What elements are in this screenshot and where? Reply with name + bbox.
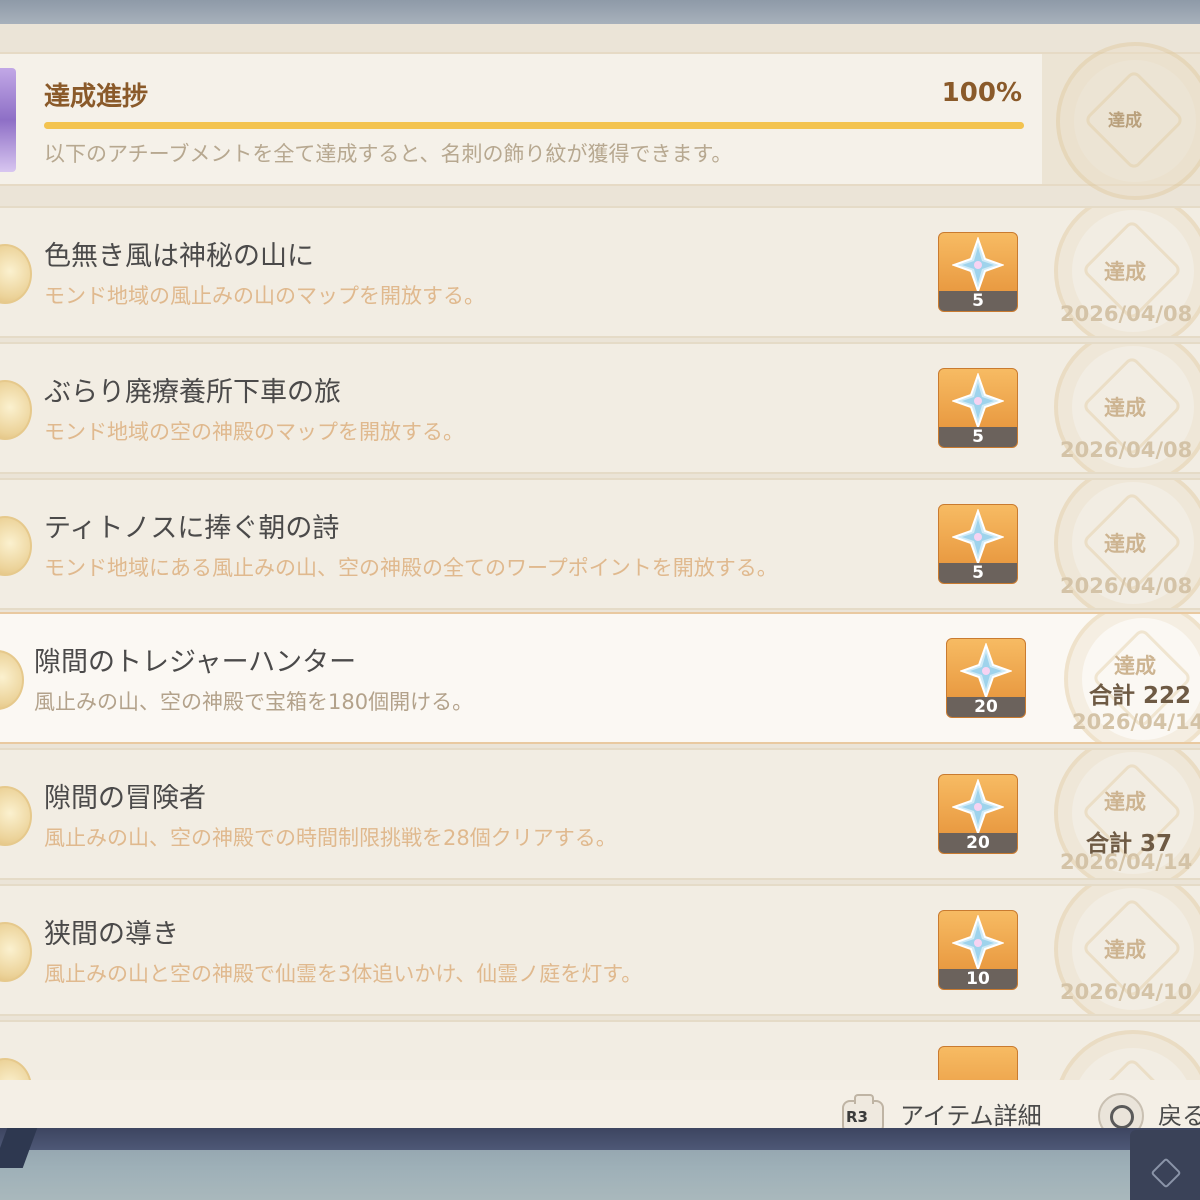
corner-ornament-icon (1130, 1130, 1200, 1200)
back-hint[interactable]: 戻る (1158, 1096, 1200, 1130)
completion-status: 達成 (1108, 111, 1142, 131)
achievement-title: 色無き風は神秘の山に (44, 241, 314, 272)
achievement-status: 達成 (1104, 790, 1146, 814)
reward-quantity: 5 (939, 291, 1017, 311)
achievement-status: 達成 (1104, 260, 1146, 284)
primogem-icon (952, 237, 1004, 293)
reward-quantity: 5 (939, 427, 1017, 447)
achievement-description: 風止みの山と空の神殿で仙霊を3体追いかけ、仙霊ノ庭を灯す。 (44, 962, 643, 986)
primogem-icon (952, 915, 1004, 971)
primogem-reward[interactable]: 5 (938, 232, 1018, 312)
primogem-icon (952, 509, 1004, 565)
achievement-status: 達成 (1104, 532, 1146, 556)
primogem-reward[interactable]: 10 (938, 910, 1018, 990)
primogem-icon (952, 779, 1004, 835)
achievement-row[interactable]: ティトノスに捧ぐ朝の詩 モンド地域にある風止みの山、空の神殿の全てのワープポイン… (0, 478, 1200, 610)
achievement-title: 隙間の冒険者 (44, 783, 206, 814)
achievement-date: 2026/04/08 (1060, 302, 1193, 326)
achievement-status: 達成 (1104, 938, 1146, 962)
achievement-title: ぶらり廃療養所下車の旅 (44, 377, 341, 408)
reward-quantity: 20 (939, 833, 1017, 853)
progress-bar-fill (44, 122, 1024, 129)
achievement-title: 隙間のトレジャーハンター (34, 647, 357, 678)
achievement-row[interactable]: 狭間の導き 風止みの山と空の神殿で仙霊を3体追いかけ、仙霊ノ庭を灯す。 10 達… (0, 884, 1200, 1016)
achievement-description: 風止みの山、空の神殿での時間制限挑戦を28個クリアする。 (44, 826, 617, 850)
primogem-reward[interactable]: 5 (938, 504, 1018, 584)
achievement-title: 狭間の導き (44, 919, 179, 950)
achievement-row[interactable]: 色無き風は神秘の山に モンド地域の風止みの山のマップを開放する。 5 達成 20… (0, 206, 1200, 338)
achievement-row[interactable]: 隙間の冒険者 風止みの山、空の神殿での時間制限挑戦を28個クリアする。 20 達… (0, 748, 1200, 880)
achievement-medal-icon (0, 380, 32, 440)
achievement-status: 達成 (1104, 396, 1146, 420)
achievement-medal-icon (0, 786, 32, 846)
item-detail-hint[interactable]: アイテム詳細 (900, 1096, 1042, 1130)
completion-stamp-area: 達成 (1042, 42, 1200, 200)
achievement-date: 2026/04/10 (1060, 980, 1193, 1004)
progress-title: 達成進捗 (44, 82, 149, 112)
achievement-title: ティトノスに捧ぐ朝の詩 (44, 513, 340, 544)
achievement-date: 2026/04/08 (1060, 574, 1193, 598)
achievement-row-selected[interactable]: 隙間のトレジャーハンター 風止みの山、空の神殿で宝箱を180個開ける。 20 達… (0, 612, 1200, 744)
reward-quantity: 5 (939, 563, 1017, 583)
achievement-date: 2026/04/14 (1072, 710, 1200, 734)
progress-percent: 100% (941, 78, 1022, 108)
r3-button-icon[interactable]: R3 (838, 1092, 884, 1130)
progress-bar (44, 122, 1024, 129)
achievement-description: モンド地域にある風止みの山、空の神殿の全てのワープポイントを開放する。 (44, 556, 778, 580)
window-frame-bottom (0, 1128, 1200, 1150)
progress-description: 以下のアチーブメントを全て達成すると、名刺の飾り紋が獲得できます。 (44, 142, 733, 166)
achievement-date: 2026/04/14 (1060, 850, 1193, 874)
namecard-thumbnail[interactable] (0, 68, 16, 172)
achievement-description: モンド地域の空の神殿のマップを開放する。 (44, 420, 464, 444)
achievement-total: 合計 222 (1089, 683, 1192, 709)
achievement-medal-icon (0, 922, 32, 982)
primogem-reward[interactable]: 5 (938, 368, 1018, 448)
reward-quantity: 20 (947, 697, 1025, 717)
achievement-medal-icon (0, 516, 32, 576)
achievement-medal-icon (0, 650, 24, 710)
achievement-row[interactable]: ぶらり廃療養所下車の旅 モンド地域の空の神殿のマップを開放する。 5 達成 20… (0, 342, 1200, 474)
primogem-icon (960, 643, 1012, 699)
primogem-icon (952, 373, 1004, 429)
achievement-description: モンド地域の風止みの山のマップを開放する。 (44, 284, 485, 308)
footer-hint-bar: R3 アイテム詳細 戻る (0, 1080, 1200, 1130)
reward-quantity: 10 (939, 969, 1017, 989)
progress-header: 達成進捗 100% 以下のアチーブメントを全て達成すると、名刺の飾り紋が獲得でき… (0, 42, 1200, 200)
achievement-panel: 達成進捗 100% 以下のアチーブメントを全て達成すると、名刺の飾り紋が獲得でき… (0, 24, 1200, 1130)
achievement-date: 2026/04/08 (1060, 438, 1193, 462)
circle-button-icon[interactable] (1098, 1093, 1144, 1130)
achievement-medal-icon (0, 244, 32, 304)
primogem-reward[interactable]: 20 (946, 638, 1026, 718)
primogem-reward[interactable]: 20 (938, 774, 1018, 854)
r3-label: R3 (846, 1108, 868, 1126)
achievement-description: 風止みの山、空の神殿で宝箱を180個開ける。 (34, 690, 474, 714)
